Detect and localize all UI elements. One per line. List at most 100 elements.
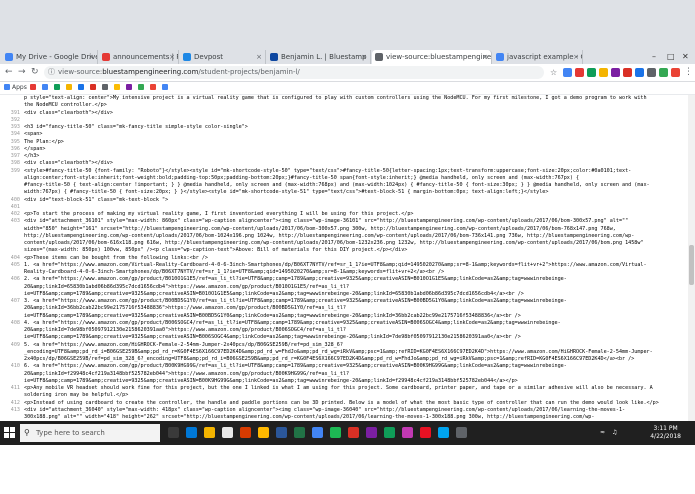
line-number: 396 [10, 145, 20, 152]
system-clock[interactable]: 3:11 PM 4/22/2018 [650, 425, 681, 441]
line-number: 407 [10, 298, 20, 304]
taskbar-app-icon[interactable] [258, 427, 269, 438]
menu-icon[interactable]: ⋮ [684, 67, 693, 78]
bookmark-item[interactable] [150, 82, 158, 94]
line-text: <div class="clearboth"></div> [24, 109, 113, 116]
close-window-icon[interactable]: ✕ [682, 52, 689, 61]
taskbar-app-icon[interactable] [348, 427, 359, 438]
source-view[interactable]: p style="text-align: center">My intensiv… [0, 95, 688, 421]
reload-icon[interactable]: ↻ [31, 67, 39, 78]
bookmark-item[interactable] [66, 82, 74, 94]
tab-close-icon[interactable]: × [573, 50, 579, 64]
forward-icon[interactable]: → [18, 67, 26, 78]
bookmark-item[interactable] [78, 82, 86, 94]
extension-icon[interactable] [599, 68, 608, 77]
extension-icon[interactable] [659, 68, 668, 77]
extension-icon[interactable] [611, 68, 620, 77]
tab-close-icon[interactable]: × [88, 50, 94, 64]
volume-icon[interactable]: ♫ [612, 429, 617, 436]
source-line: ie=UTF8&amp;camp=1789&amp;creative=9325&… [0, 378, 688, 385]
bookmark-item[interactable] [126, 82, 134, 94]
taskbar-app-icon[interactable] [168, 427, 179, 438]
bookmark-favicon-icon [30, 84, 36, 90]
taskbar-search-input[interactable]: ⚲ Type here to search [20, 424, 160, 442]
bookmark-favicon-icon [66, 84, 72, 90]
clock-time: 3:11 PM [653, 425, 678, 432]
line-number: 406 [10, 276, 20, 283]
source-line: 399 <style>#fancy-title-50 {font-family: … [0, 168, 688, 175]
extension-icon[interactable] [635, 68, 644, 77]
source-line: #fancy-title-50 { text-align:center !imp… [0, 182, 688, 189]
search-icon: ⚲ [24, 428, 30, 437]
taskbar-app-icon[interactable] [420, 427, 431, 438]
windows-start-icon[interactable] [4, 427, 15, 438]
taskbar-app-icon[interactable] [276, 427, 287, 438]
tab-title: My Drive - Google Drive [16, 53, 98, 61]
wifi-icon[interactable]: ≈ [600, 429, 605, 436]
bookmark-item[interactable] [162, 82, 170, 94]
line-text: 2x40pcs/dp/B06GSE259B/ref=pd_sim_328_6?_… [24, 356, 635, 362]
extension-icon[interactable] [647, 68, 656, 77]
taskbar-app-icon[interactable] [222, 427, 233, 438]
bookmark-item[interactable] [114, 82, 122, 94]
page-info-icon[interactable]: ⓘ [48, 66, 55, 79]
bookmark-item[interactable] [102, 82, 110, 94]
extension-icon[interactable] [587, 68, 596, 77]
taskbar: ⚲ Type here to search ≈ ♫ 3:11 PM 4/22/2… [0, 421, 695, 445]
minimize-icon[interactable]: – [652, 52, 656, 61]
tab-close-icon[interactable]: × [482, 50, 488, 64]
line-number: 395 [10, 138, 20, 145]
taskbar-app-icon[interactable] [312, 427, 323, 438]
extension-icon[interactable] [671, 68, 680, 77]
taskbar-app-icon[interactable] [240, 427, 251, 438]
taskbar-app-icon[interactable] [456, 427, 467, 438]
browser-tab[interactable]: announcements | PolyHac× [99, 50, 179, 64]
tab-close-icon[interactable]: × [361, 50, 367, 64]
scroll-thumb[interactable] [689, 245, 694, 285]
line-text: 6. <a href="https://www.amazon.com/gp/pr… [24, 363, 567, 370]
taskbar-app-icon[interactable] [204, 427, 215, 438]
extension-icon[interactable] [575, 68, 584, 77]
tab-close-icon[interactable]: × [169, 50, 175, 64]
tab-close-icon[interactable]: × [256, 50, 262, 64]
taskbar-app-icon[interactable] [366, 427, 377, 438]
browser-tab[interactable]: My Drive - Google Drive × [2, 50, 98, 64]
line-number: 411 [10, 385, 20, 391]
source-line: 410 6. <a href="https://www.amazon.com/gp… [0, 363, 688, 370]
extension-icon[interactable] [623, 68, 632, 77]
extension-icon[interactable] [563, 68, 572, 77]
source-line: 395 The Plan:</p> [0, 139, 688, 146]
address-bar[interactable]: ⓘ view-source:bluestampengineering.com/s… [44, 66, 544, 79]
vertical-scrollbar[interactable] [688, 95, 695, 421]
taskbar-app-icon[interactable] [402, 427, 413, 438]
browser-tab[interactable]: javascript example - Goo× [493, 50, 583, 64]
source-line: 300x188.png" alt="" width="418" height="… [0, 414, 688, 421]
bookmark-item[interactable]: Apps [4, 82, 27, 94]
bookmark-star-icon[interactable]: ☆ [550, 67, 557, 78]
maximize-icon[interactable]: □ [667, 52, 675, 61]
source-line: 403 <div id="attachment_36101" style="max… [0, 218, 688, 225]
source-line: 402 <p>To start the process of making my … [0, 211, 688, 218]
bookmark-item[interactable] [138, 82, 146, 94]
bookmark-item[interactable] [90, 82, 98, 94]
taskbar-app-icon[interactable] [384, 427, 395, 438]
browser-tab[interactable]: Benjamin L. | Bluestamp × [267, 50, 371, 64]
clock-date: 4/22/2018 [650, 433, 681, 440]
line-number: 408 [10, 319, 20, 326]
taskbar-app-icon[interactable] [294, 427, 305, 438]
bookmark-item[interactable] [54, 82, 62, 94]
desktop-margin [0, 445, 695, 494]
taskbar-app-icon[interactable] [438, 427, 449, 438]
browser-tab[interactable]: view-source:bluestampengineering.com× [372, 50, 492, 64]
line-number: 402 [10, 211, 20, 217]
browser-tab[interactable]: Devpost × [180, 50, 266, 64]
back-icon[interactable]: ← [5, 67, 13, 78]
taskbar-app-icon[interactable] [330, 427, 341, 438]
bookmark-item[interactable] [42, 82, 50, 94]
bookmark-favicon-icon [162, 84, 168, 90]
source-line: 406 2. <a href="https://www.amazon.com/gp… [0, 276, 688, 283]
line-text: <h3 id="fancy-title-50" class="mk-fancy-… [24, 124, 248, 130]
taskbar-app-icon[interactable] [186, 427, 197, 438]
bookmark-item[interactable] [30, 82, 38, 94]
line-text: <p>Any mobile VR headset should work fin… [24, 385, 653, 391]
